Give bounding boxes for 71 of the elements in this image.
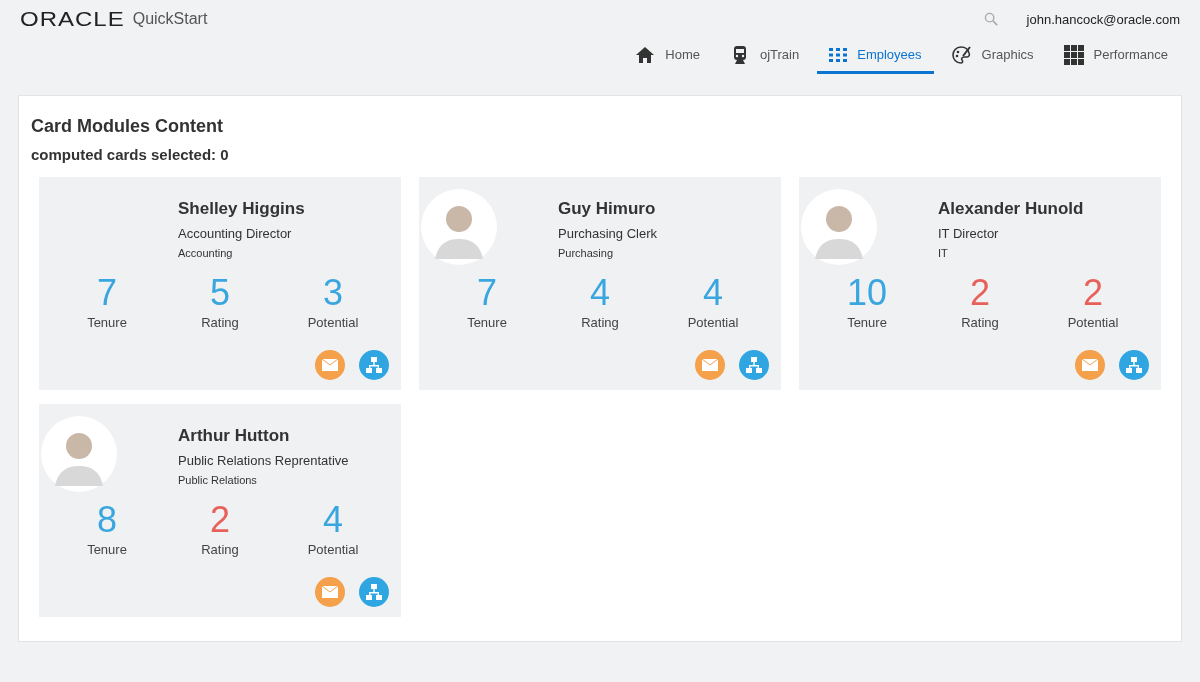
org-chart-button[interactable]	[359, 577, 389, 607]
metric-value: 7	[97, 273, 117, 313]
email-button[interactable]	[315, 577, 345, 607]
employee-name: Alexander Hunold	[938, 199, 1084, 219]
metric-value: 4	[703, 273, 723, 313]
metric-label: Rating	[201, 315, 239, 330]
email-button[interactable]	[695, 350, 725, 380]
hierarchy-icon	[1126, 357, 1142, 373]
job-title: Accounting Director	[178, 226, 293, 241]
envelope-icon	[322, 359, 338, 371]
metric-value: 8	[97, 500, 117, 540]
nav-tab[interactable]: Employees	[817, 38, 934, 74]
search-icon[interactable]	[983, 11, 999, 27]
employee-name: Shelley Higgins	[178, 199, 305, 219]
metric-label: Rating	[201, 542, 239, 557]
grid-icon	[1063, 44, 1084, 65]
metric-value: 3	[323, 273, 343, 313]
metric-value: 4	[323, 500, 343, 540]
user-email[interactable]: john.hancock@oracle.com	[1026, 11, 1180, 27]
metric-label: Potential	[307, 542, 359, 557]
metric-value: 2	[1083, 273, 1103, 313]
email-button[interactable]	[315, 350, 345, 380]
metric-label: Rating	[581, 315, 619, 330]
nav-tab[interactable]: Home	[623, 38, 712, 74]
employee-card[interactable]: Alexander Hunold IT Director IT 10 Tenure 2 Rating 2 Potential	[799, 177, 1161, 390]
department: Public Relations	[178, 474, 258, 486]
org-chart-button[interactable]	[359, 350, 389, 380]
email-button[interactable]	[1075, 350, 1105, 380]
metric-label: Potential	[307, 315, 359, 330]
metric-value: 5	[210, 273, 230, 313]
department: IT	[938, 247, 949, 259]
product-name: QuickStart	[132, 10, 208, 28]
metric-label: Tenure	[467, 315, 507, 330]
metric-label: Tenure	[847, 315, 887, 330]
hierarchy-icon	[746, 357, 762, 373]
nav-tab[interactable]: ojTrain	[717, 38, 812, 74]
job-title: IT Director	[938, 226, 1000, 241]
metric-value: 2	[970, 273, 990, 313]
envelope-icon	[322, 586, 338, 598]
metric-value: 10	[846, 273, 887, 313]
oracle-logo: ORACLE	[20, 7, 125, 31]
org-chart-button[interactable]	[1119, 350, 1149, 380]
org-chart-button[interactable]	[739, 350, 769, 380]
house-icon	[635, 44, 656, 65]
palette-icon	[951, 44, 972, 65]
grid-icon	[829, 47, 848, 62]
metric-label: Tenure	[87, 315, 127, 330]
metric-value: 7	[477, 273, 497, 313]
nav-tab[interactable]: Graphics	[939, 38, 1046, 74]
envelope-icon	[1082, 359, 1098, 371]
metric-value: 4	[590, 273, 610, 313]
metric-label: Rating	[961, 315, 999, 330]
nav-tab[interactable]: Performance	[1051, 38, 1180, 74]
employee-name: Guy Himuro	[558, 199, 657, 219]
hierarchy-icon	[366, 357, 382, 373]
department: Accounting	[178, 247, 234, 259]
envelope-icon	[702, 359, 718, 371]
employee-name: Arthur Hutton	[178, 426, 291, 446]
metric-label: Potential	[687, 315, 739, 330]
selection-count: computed cards selected: 0	[31, 146, 230, 163]
page-title: Card Modules Content	[31, 116, 224, 137]
employee-card[interactable]: Guy Himuro Purchasing Clerk Purchasing 7 Tenure 4 Rating 4 Potential	[419, 177, 781, 390]
metric-label: Tenure	[87, 542, 127, 557]
employee-card[interactable]: Shelley Higgins Accounting Director Accounting 7 Tenure 5 Rating 3 Potential	[39, 177, 401, 390]
metric-value: 2	[210, 500, 230, 540]
department: Purchasing	[558, 247, 615, 259]
metric-label: Potential	[1067, 315, 1119, 330]
employee-card[interactable]: Arthur Hutton Public Relations Reprentative Public Relations 8 Tenure 2 Rating 4 Potential	[39, 404, 401, 617]
hierarchy-icon	[366, 584, 382, 600]
job-title: Public Relations Reprentative	[178, 453, 349, 468]
job-title: Purchasing Clerk	[558, 226, 657, 241]
